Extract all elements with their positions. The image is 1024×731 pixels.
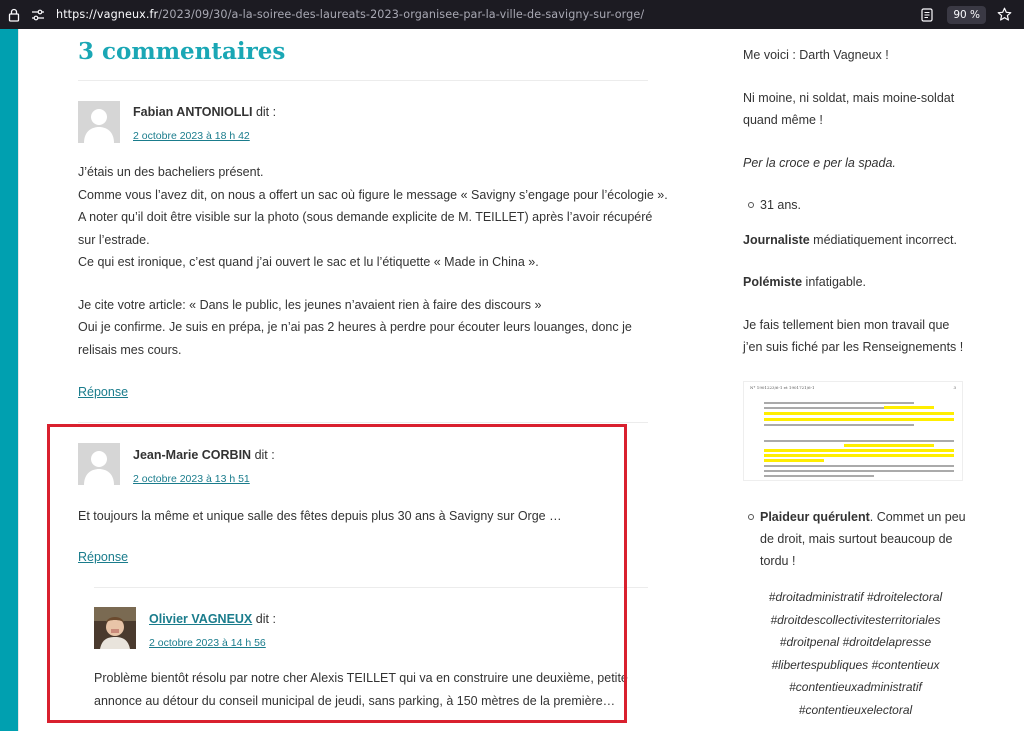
document-line [764,470,954,472]
bio-line: tordu ! [760,554,796,568]
comment-spacer [78,274,668,294]
hashtag-line[interactable]: #contentieuxelectoral [743,699,968,722]
url-host: https://vagneux.fr [56,8,159,21]
comment-date-link[interactable]: 2 octobre 2023 à 18 h 42 [133,130,250,142]
comment-line: A noter qu’il doit être visible sur la p… [78,210,653,224]
hashtag-list: #droitadministratif #droitelectoral #dro… [743,586,968,721]
reply-link[interactable]: Réponse [78,385,128,399]
comment-line: Ce qui est ironique, c’est quand j’ai ou… [78,255,539,269]
fiche-document-image[interactable]: N° 1901223/6-1 et 1901721/6-1 3 [743,381,963,481]
red-highlight-box [47,424,627,723]
zoom-level-badge[interactable]: 90 % [947,5,986,24]
bullet-icon [748,202,754,208]
hashtag-line[interactable]: #droitdescollectivitesterritoriales [743,609,968,632]
document-line [764,475,874,477]
left-accent-strip [0,29,19,731]
comment-line: relisais mes cours. [78,342,182,357]
bio-age: 31 ans. [760,198,802,212]
bio-motto: Per la croce e per la spada. [743,152,896,174]
bio-text: . Commet un peu [869,510,966,524]
document-highlight [764,418,954,421]
bold-label: Journaliste [743,233,810,247]
document-highlight [764,454,954,457]
document-line [764,407,884,409]
document-line [764,440,954,442]
document-highlight [764,449,954,452]
motto-text: Per la croce e per la spada. [743,156,896,170]
lock-icon[interactable] [6,7,22,23]
url-path: /2023/09/30/a-la-soiree-des-laureats-202… [158,8,645,21]
says-label: dit : [255,105,277,119]
document-highlight [764,412,954,415]
hashtag-line[interactable]: #libertespubliques #contentieux [743,654,968,677]
document-highlight [884,406,934,409]
comment-line: Oui je confirme. Je suis en prépa, je n’… [78,320,632,334]
bio-text: infatigable. [802,275,866,289]
document-ref: N° 1901223/6-1 et 1901721/6-1 [750,385,815,390]
comment-author: Fabian ANTONIOLLI dit : [133,105,276,119]
comments-title: 3 commentaires [78,38,286,65]
divider [78,80,648,81]
document-line [764,424,914,426]
hashtag-line[interactable]: #droitadministratif #droitelectoral [743,586,968,609]
reader-view-icon[interactable] [919,7,935,23]
comment-line: Je cite votre article: « Dans le public,… [78,297,542,312]
bold-label: Polémiste [743,275,803,289]
hashtag-line[interactable]: #contentieuxadministratif [743,676,968,699]
avatar-default [78,101,120,143]
comment-line: J’étais un des bacheliers présent. [78,165,264,179]
document-highlight [764,459,824,462]
bold-label: Plaideur quérulent [760,510,870,524]
document-header: N° 1901223/6-1 et 1901721/6-1 3 [750,385,956,390]
bio-line: quand même ! [743,113,823,127]
browser-toolbar: https://vagneux.fr/2023/09/30/a-la-soire… [0,0,1024,29]
bio-intro: Me voici : Darth Vagneux ! [743,48,889,62]
permissions-icon[interactable] [30,7,46,23]
bio-journaliste: Journaliste médiatiquement incorrect. [743,229,957,251]
author-name: Fabian ANTONIOLLI [133,105,253,119]
bio-line: de droit, mais surtout beaucoup de [760,532,953,546]
bookmark-star-icon[interactable] [996,7,1012,23]
bio-line: j’en suis fiché par les Renseignements ! [743,340,964,354]
document-highlight [844,444,934,447]
bio-plaideur: Plaideur quérulent. Commet un peu [760,506,966,528]
url-field[interactable]: https://vagneux.fr/2023/09/30/a-la-soire… [56,8,644,21]
comment-body: J’étais un des bacheliers présent. Comme… [78,161,668,361]
hashtag-line[interactable]: #droitpenal #droitdelapresse [743,631,968,654]
bio-line: Ni moine, ni soldat, mais moine-soldat [743,91,955,105]
comment-line: Comme vous l’avez dit, on nous a offert … [78,187,668,202]
comment-line: sur l’estrade. [78,232,150,247]
divider [78,422,648,423]
bullet-icon [748,514,754,520]
document-page: 3 [953,385,956,390]
bio-text: médiatiquement incorrect. [809,233,957,247]
document-line [764,402,914,404]
bio-line: Je fais tellement bien mon travail que [743,318,950,332]
bio-polemiste: Polémiste infatigable. [743,271,866,293]
document-line [764,465,954,467]
